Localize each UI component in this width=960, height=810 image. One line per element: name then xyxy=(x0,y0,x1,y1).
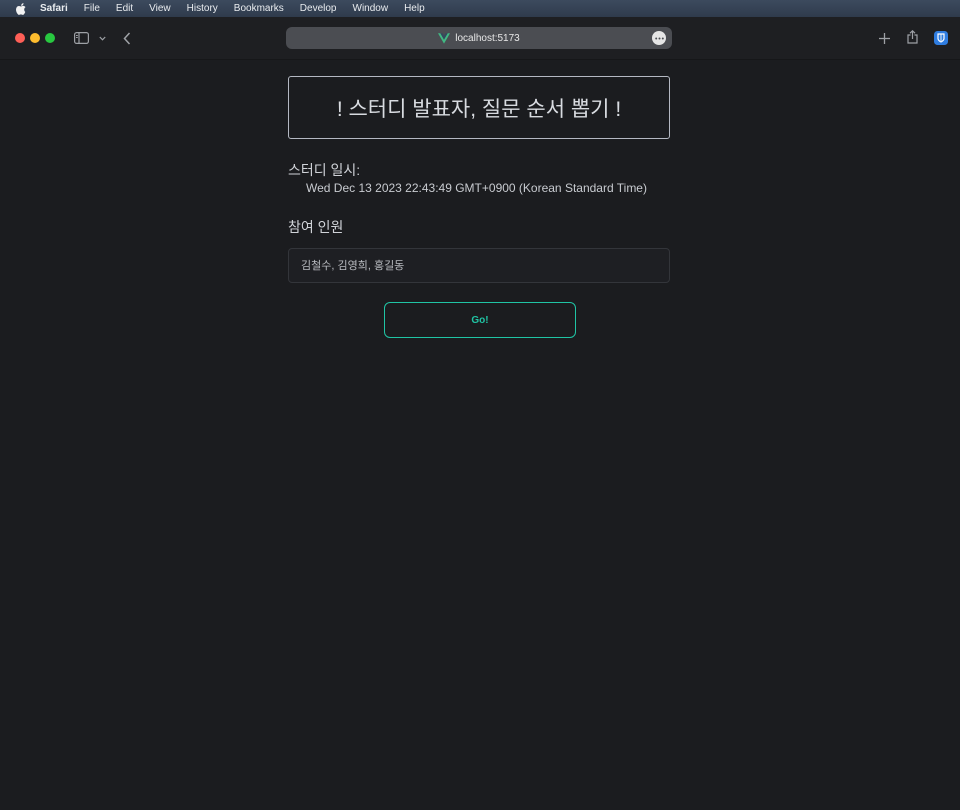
bitwarden-extension-icon[interactable] xyxy=(933,30,949,46)
menu-file[interactable]: File xyxy=(84,3,100,14)
share-icon[interactable] xyxy=(905,29,919,45)
address-url: localhost:5173 xyxy=(455,32,520,44)
new-tab-plus-icon[interactable] xyxy=(877,31,891,45)
date-value: Wed Dec 13 2023 22:43:49 GMT+0900 (Korea… xyxy=(306,181,647,195)
minimize-window-button[interactable] xyxy=(30,33,40,43)
menu-help[interactable]: Help xyxy=(404,3,425,14)
menu-history[interactable]: History xyxy=(187,3,218,14)
zoom-window-button[interactable] xyxy=(45,33,55,43)
menu-window[interactable]: Window xyxy=(353,3,389,14)
go-button[interactable]: Go! xyxy=(384,302,576,338)
members-label: 참여 인원 xyxy=(288,219,344,235)
members-input[interactable] xyxy=(288,248,670,283)
vue-logo-icon xyxy=(438,32,451,44)
menu-develop[interactable]: Develop xyxy=(300,3,337,14)
menu-view[interactable]: View xyxy=(149,3,171,14)
more-options-icon[interactable] xyxy=(652,31,666,45)
address-bar[interactable]: localhost:5173 xyxy=(286,27,672,49)
sidebar-toggle-icon[interactable] xyxy=(73,31,89,45)
menu-app-safari[interactable]: Safari xyxy=(40,3,68,14)
menu-bar: Safari File Edit View History Bookmarks … xyxy=(0,0,960,17)
chevron-down-icon[interactable] xyxy=(97,33,107,43)
date-label: 스터디 일시: xyxy=(288,162,361,178)
browser-toolbar: localhost:5173 xyxy=(0,17,960,60)
web-page: ! 스터디 발표자, 질문 순서 뽑기 ! 스터디 일시: Wed Dec 13… xyxy=(0,60,960,810)
page-title: ! 스터디 발표자, 질문 순서 뽑기 ! xyxy=(288,76,670,139)
back-arrow-icon[interactable] xyxy=(121,30,133,46)
menu-edit[interactable]: Edit xyxy=(116,3,133,14)
apple-logo-icon[interactable] xyxy=(14,2,28,15)
menu-bookmarks[interactable]: Bookmarks xyxy=(234,3,284,14)
close-window-button[interactable] xyxy=(15,33,25,43)
